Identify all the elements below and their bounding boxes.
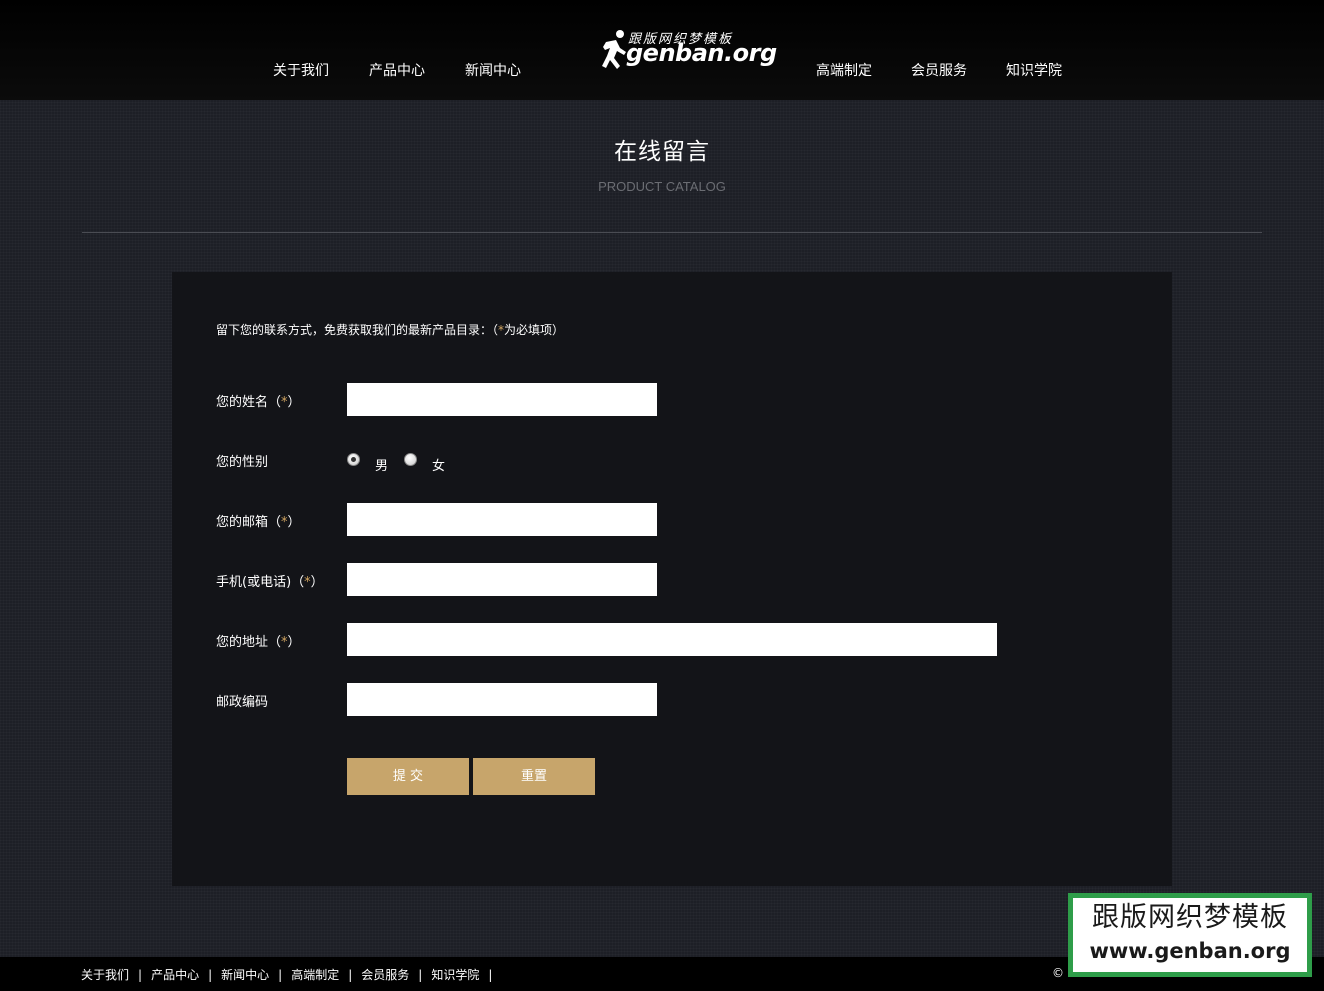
phone-input[interactable]: [347, 563, 657, 596]
intro-suffix: 为必填项）: [504, 323, 565, 337]
reset-button[interactable]: 重置: [473, 758, 595, 795]
footer-links: 关于我们 | 产品中心 | 新闻中心 | 高端制定 | 会员服务 | 知识学院 |: [81, 966, 501, 983]
name-label-text: 您的姓名: [216, 395, 269, 410]
logo-english-text: genban.org: [626, 39, 777, 67]
zip-input[interactable]: [347, 683, 657, 716]
watermark-inner: 跟版网织梦模板 www.genban.org: [1072, 897, 1308, 973]
address-label: 您的地址（*）: [216, 631, 301, 650]
nav-members[interactable]: 会员服务: [911, 60, 967, 80]
watermark-chinese-text: 跟版网织梦模板: [1092, 902, 1288, 933]
gender-option-male[interactable]: 男: [375, 455, 388, 474]
footer-link-academy[interactable]: 知识学院: [431, 968, 479, 982]
footer-link-members[interactable]: 会员服务: [361, 968, 409, 982]
nav-academy[interactable]: 知识学院: [1006, 60, 1062, 80]
phone-label: 手机(或电话)（*）: [216, 571, 324, 590]
required-open: （: [268, 395, 282, 410]
footer-separator: |: [138, 968, 143, 982]
gender-radio-male[interactable]: [347, 453, 360, 466]
required-close: ）: [287, 515, 301, 530]
page-subtitle: PRODUCT CATALOG: [598, 179, 726, 194]
required-open: （: [291, 575, 305, 590]
name-input[interactable]: [347, 383, 657, 416]
gender-radio-female[interactable]: [404, 453, 417, 466]
email-input[interactable]: [347, 503, 657, 536]
required-close: ）: [310, 575, 324, 590]
nav-products[interactable]: 产品中心: [369, 60, 425, 80]
footer-link-news[interactable]: 新闻中心: [221, 968, 269, 982]
name-label: 您的姓名（*）: [216, 391, 301, 410]
footer-separator: |: [278, 968, 283, 982]
address-input[interactable]: [347, 623, 997, 656]
nav-news[interactable]: 新闻中心: [465, 60, 521, 80]
site-logo[interactable]: 跟版网织梦模板 genban.org: [598, 26, 777, 78]
email-label-text: 您的邮箱: [216, 515, 269, 530]
required-close: ）: [287, 395, 301, 410]
page-title: 在线留言: [614, 139, 710, 165]
submit-button[interactable]: 提 交: [347, 758, 469, 795]
footer-separator: |: [208, 968, 213, 982]
zip-label: 邮政编码: [216, 695, 269, 710]
nav-custom[interactable]: 高端制定: [816, 60, 872, 80]
email-label: 您的邮箱（*）: [216, 511, 301, 530]
nav-about[interactable]: 关于我们: [273, 60, 329, 80]
site-header: 关于我们 产品中心 新闻中心 跟版网织梦模板 genban.org 高端制定 会…: [0, 0, 1324, 100]
gender-label: 您的性别: [216, 455, 269, 470]
required-open: （: [268, 515, 282, 530]
title-divider: [82, 232, 1262, 233]
footer-link-custom[interactable]: 高端制定: [291, 968, 339, 982]
address-label-text: 您的地址: [216, 635, 269, 650]
phone-label-text: 手机(或电话): [216, 575, 292, 590]
footer-separator: |: [348, 968, 353, 982]
footer-link-about[interactable]: 关于我们: [81, 968, 129, 982]
footer-separator: |: [418, 968, 423, 982]
required-close: ）: [287, 635, 301, 650]
gender-option-female[interactable]: 女: [432, 455, 445, 474]
watermark-badge: 跟版网织梦模板 www.genban.org: [1068, 893, 1312, 977]
required-open: （: [268, 635, 282, 650]
watermark-url-text: www.genban.org: [1089, 939, 1291, 963]
message-form-panel: 留下您的联系方式，免费获取我们的最新产品目录：（*为必填项） 您的姓名（*） 您…: [172, 272, 1172, 886]
intro-prefix: 留下您的联系方式，免费获取我们的最新产品目录：（: [216, 323, 499, 337]
footer-separator: |: [488, 968, 493, 982]
form-intro: 留下您的联系方式，免费获取我们的最新产品目录：（*为必填项）: [216, 321, 564, 338]
footer-link-products[interactable]: 产品中心: [151, 968, 199, 982]
runner-logo-icon: [602, 30, 626, 69]
